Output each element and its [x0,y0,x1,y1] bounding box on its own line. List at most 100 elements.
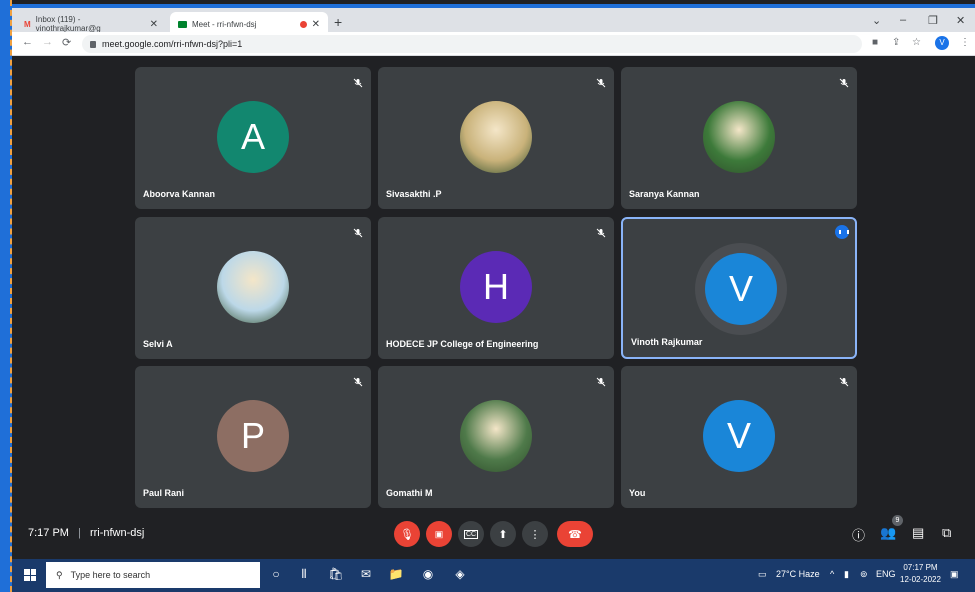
leave-call-button[interactable]: ☎ [557,521,593,547]
participant-avatar: P [217,400,289,472]
gmail-icon: M [24,19,31,29]
clock-date: 12-02-2022 [900,575,941,584]
taskbar-search-input[interactable]: ⚲ Type here to search [46,562,260,588]
participant-photo [460,400,532,472]
participant-name: Gomathi M [386,488,433,498]
taskbar-clock[interactable]: 07:17 PM 12-02-2022 [900,562,941,586]
forward-icon[interactable]: → [42,36,53,48]
camera-toggle-button[interactable]: ▣ [426,521,452,547]
meeting-details-icon[interactable]: ⓘ [852,525,865,544]
mic-off-icon [839,75,849,88]
tab-bar: M Inbox (119) - vinothrajkumar@g ✕ Meet … [12,4,975,36]
camera-icon[interactable]: ■ [872,37,878,48]
lock-icon [90,40,96,48]
address-bar-row: ← → ⟳ meet.google.com/rri-nfwn-dsj?pli=1… [12,32,975,56]
people-icon[interactable]: 👥 [880,525,896,541]
participant-avatar: V [703,400,775,472]
meeting-separator: | [78,527,81,539]
participant-tile[interactable]: Saranya Kannan [621,67,857,209]
cortana-icon[interactable]: ○ [268,567,284,583]
participant-tile[interactable]: V Vinoth Rajkumar [621,217,857,359]
windows-taskbar: ⚲ Type here to search ○ ⫴ 🛍 ✉ 📁 ◉ ◈ ▭ 27… [12,559,975,592]
participant-tile[interactable]: Gomathi M [378,366,614,508]
participant-avatar: V [705,253,777,325]
app-icon[interactable]: ◈ [452,567,468,583]
network-icon[interactable]: ⊚ [860,569,868,580]
participant-tile[interactable]: V You [621,366,857,508]
more-vert-icon: ⋮ [529,528,541,541]
people-count-badge: 9 [892,515,903,526]
participant-tile[interactable]: A Aboorva Kannan [135,67,371,209]
participant-photo [460,101,532,173]
battery-icon[interactable]: ▮ [844,569,849,580]
close-tab-icon[interactable]: ✕ [150,19,158,30]
weather-text[interactable]: 27°C Haze [776,569,820,579]
meeting-code: rri-nfwn-dsj [89,527,145,539]
search-icon: ⚲ [56,569,63,580]
participant-name: Aboorva Kannan [143,189,216,199]
mic-off-icon [596,374,606,387]
url-text: meet.google.com/rri-nfwn-dsj?pli=1 [102,39,243,49]
captions-button[interactable]: CC [458,521,484,547]
bookmark-star-icon[interactable]: ☆ [912,37,921,48]
participant-avatar: H [460,251,532,323]
activities-icon[interactable]: ⧉ [942,525,951,541]
meet-icon [178,20,187,28]
notifications-icon[interactable]: ▣ [950,569,959,580]
mail-icon[interactable]: ✉ [358,567,374,583]
tab-gmail-title: Inbox (119) - vinothrajkumar@g [35,15,101,33]
captions-icon: CC [463,529,479,539]
participant-tile[interactable]: P Paul Rani [135,366,371,508]
mic-off-icon [353,75,363,88]
participant-tile[interactable]: Sivasakthi .P [378,67,614,209]
mic-off-icon [596,75,606,88]
share-icon[interactable]: ⇪ [892,37,900,48]
taskbar-search-placeholder: Type here to search [70,570,151,580]
profile-avatar[interactable]: V [935,36,949,50]
url-field[interactable]: meet.google.com/rri-nfwn-dsj?pli=1 [82,35,862,53]
windows-start-icon[interactable] [24,569,36,581]
participant-name: Sivasakthi .P [386,189,442,199]
minimize-icon[interactable]: – [900,14,906,26]
reload-icon[interactable]: ⟳ [62,36,71,49]
new-tab-icon[interactable]: + [334,14,342,30]
mic-toggle-button[interactable]: 🎙 [394,521,420,547]
menu-dots-icon[interactable]: ⋮ [960,37,970,48]
participant-photo [703,101,775,173]
chat-icon[interactable]: ▤ [912,525,924,541]
recording-icon [299,20,307,28]
meeting-time: 7:17 PM [28,527,69,539]
participant-tile[interactable]: Selvi A [135,217,371,359]
mic-off-icon: 🎙 [400,528,414,541]
tab-search-icon[interactable]: ⌄ [872,14,881,27]
weather-icon[interactable]: ▭ [758,569,767,580]
close-tab-icon[interactable]: ✕ [312,19,320,30]
participant-name: Vinoth Rajkumar [631,337,703,347]
participant-name: Paul Rani [143,488,185,498]
tray-chevron-icon[interactable]: ^ [830,569,834,579]
participant-name: Selvi A [143,339,173,349]
store-icon[interactable]: 🛍 [328,567,344,583]
participant-name: HODECE JP College of Engineering [386,339,539,349]
meeting-info: 7:17 PM | rri-nfwn-dsj [28,527,144,539]
speaking-indicator-icon [835,225,849,239]
maximize-icon[interactable]: ❐ [928,14,938,27]
chrome-icon[interactable]: ◉ [420,567,436,583]
present-button[interactable]: ⬆ [490,521,516,547]
more-options-button[interactable]: ⋮ [522,521,548,547]
mic-off-icon [353,374,363,387]
mic-off-icon [839,374,849,387]
back-icon[interactable]: ← [22,36,33,48]
participant-avatar: A [217,101,289,173]
task-view-icon[interactable]: ⫴ [296,567,312,583]
close-window-icon[interactable]: ✕ [956,14,965,27]
file-explorer-icon[interactable]: 📁 [388,567,404,583]
camera-off-icon: ▣ [434,528,444,539]
left-border [0,0,12,592]
clock-time: 07:17 PM [903,563,938,572]
participant-tile[interactable]: H HODECE JP College of Engineering [378,217,614,359]
tab-meet-title: Meet - rri-nfwn-dsj [192,19,257,29]
language-indicator[interactable]: ENG [876,569,896,579]
participant-photo [217,251,289,323]
participant-name: You [629,488,646,498]
